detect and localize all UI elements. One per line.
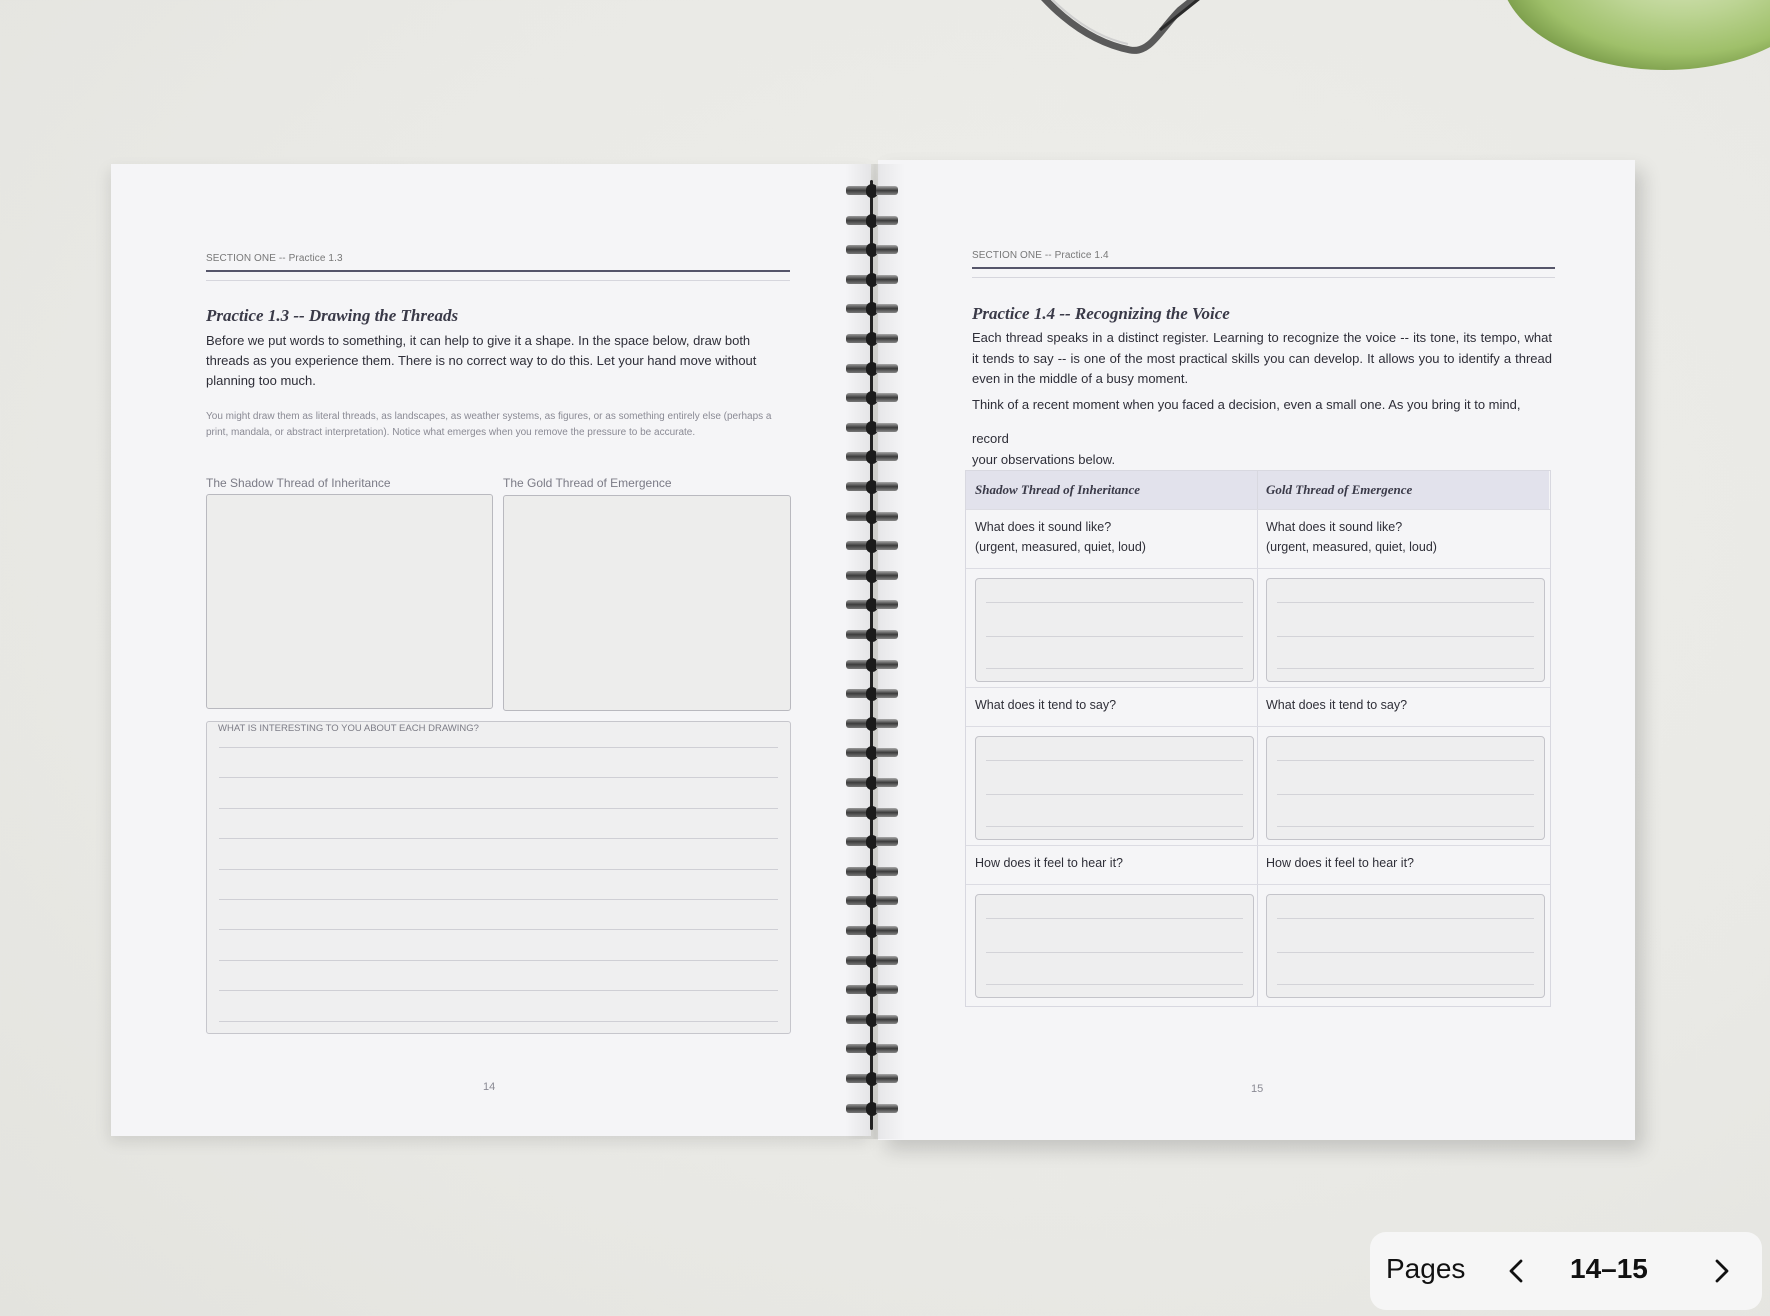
spiral-ring	[846, 894, 902, 909]
ruled-line	[219, 959, 778, 961]
question-sound-gold: What does it sound like? (urgent, measur…	[1266, 520, 1437, 554]
practice-intro: Before we put words to something, it can…	[206, 333, 757, 388]
spiral-ring	[846, 864, 902, 879]
question-sound-shadow: What does it sound like? (urgent, measur…	[975, 520, 1146, 554]
spiral-ring	[846, 776, 902, 790]
glasses-image	[1041, 0, 1200, 54]
spiral-ring	[846, 450, 902, 465]
table-divider	[1257, 471, 1258, 1006]
current-pages: 14–15	[1570, 1253, 1648, 1284]
question-feel-gold: How does it feel to hear it?	[1266, 856, 1414, 870]
pages-label: Pages	[1386, 1253, 1466, 1284]
header-subrule	[972, 277, 1555, 278]
spiral-ring	[846, 687, 902, 702]
prev-page-button[interactable]	[1494, 1246, 1540, 1296]
page-number-left: 14	[483, 1081, 496, 1093]
header-subrule	[206, 280, 790, 281]
spiral-ring	[846, 716, 902, 731]
ruled-line	[219, 990, 778, 992]
spiral-ring	[846, 953, 902, 968]
section-label: SECTION ONE -- Practice 1.3	[206, 253, 343, 264]
section-label: SECTION ONE -- Practice 1.4	[972, 250, 1109, 261]
table-rule	[966, 845, 1550, 846]
header-rule	[972, 267, 1555, 269]
ruled-line	[219, 838, 778, 840]
practice-title: Practice 1.4 -- Recognizing the Voice	[972, 304, 1230, 323]
spiral-ring	[846, 509, 902, 524]
spiral-binding	[846, 184, 902, 1124]
table-rule	[966, 568, 1550, 569]
page-navigation: Pages 14–15	[1370, 1232, 1762, 1310]
table-rule	[966, 687, 1550, 688]
spiral-ring	[846, 657, 902, 672]
drawing-label-gold: The Gold Thread of Emergence	[503, 476, 672, 490]
spiral-ring	[846, 272, 902, 287]
spiral-ring	[846, 184, 902, 198]
table-rule	[966, 884, 1550, 885]
spiral-ring	[846, 805, 902, 820]
spiral-ring	[846, 835, 902, 850]
spiral-ring	[846, 568, 902, 583]
chevron-left-icon	[1509, 1259, 1523, 1283]
cup-image	[1500, 0, 1770, 70]
ruled-line	[219, 868, 778, 870]
ruled-line	[219, 777, 778, 779]
page-number-right: 15	[1251, 1083, 1264, 1095]
answer-feel-shadow[interactable]	[975, 894, 1254, 998]
practice-intro: Each thread speaks in a distinct registe…	[972, 330, 1552, 386]
question-say-shadow: What does it tend to say?	[975, 698, 1117, 712]
ruled-line	[219, 899, 778, 900]
answer-sound-gold[interactable]	[1266, 578, 1545, 682]
spiral-ring	[846, 302, 902, 317]
question-say-gold: What does it tend to say?	[1266, 698, 1408, 712]
answer-say-shadow[interactable]	[975, 736, 1254, 840]
spiral-ring	[846, 746, 902, 761]
ruled-line	[219, 1020, 778, 1022]
spiral-ring	[846, 539, 902, 554]
spiral-ring	[846, 391, 902, 406]
spiral-ring	[846, 1042, 902, 1057]
spiral-ring	[846, 213, 902, 228]
spiral-ring	[846, 924, 902, 938]
answer-say-gold[interactable]	[1266, 736, 1545, 840]
practice-prompt-below: your observations below.	[972, 452, 1116, 467]
reflection-lines-area[interactable]: WHAT IS INTERESTING TO YOU ABOUT EACH DR…	[206, 721, 791, 1034]
spiral-ring	[846, 1101, 902, 1116]
spiral-ring	[846, 480, 902, 494]
question-feel-shadow: How does it feel to hear it?	[975, 856, 1123, 870]
ruled-line	[219, 807, 778, 809]
spiral-ring	[846, 1072, 902, 1086]
ruled-line	[219, 747, 778, 748]
answer-sound-shadow[interactable]	[975, 578, 1254, 682]
spiral-ring	[846, 1012, 902, 1027]
next-page-button[interactable]	[1698, 1246, 1744, 1296]
practice-prompt-record: record	[972, 431, 1009, 446]
spiral-ring	[846, 361, 902, 376]
table-header-shadow: Shadow Thread of Inheritance	[966, 471, 1257, 509]
practice-prompt: Think of a recent moment when you faced …	[972, 397, 1521, 412]
drawing-area-shadow[interactable]	[206, 494, 493, 709]
reflection-caption: WHAT IS INTERESTING TO YOU ABOUT EACH DR…	[218, 723, 479, 734]
drawing-area-gold[interactable]	[503, 495, 791, 711]
spiral-ring	[846, 243, 902, 258]
table-rule	[966, 726, 1550, 727]
ruled-line	[219, 929, 778, 931]
spiral-ring	[846, 983, 902, 998]
spiral-ring	[846, 420, 902, 435]
voice-table: Shadow Thread of Inheritance Gold Thread…	[965, 470, 1551, 1007]
practice-note: You might draw them as literal threads, …	[206, 411, 772, 438]
spiral-ring	[846, 332, 902, 346]
drawing-label-shadow: The Shadow Thread of Inheritance	[206, 476, 391, 490]
chevron-right-icon	[1715, 1259, 1729, 1283]
table-header-gold: Gold Thread of Emergence	[1257, 471, 1549, 509]
table-rule	[966, 509, 1550, 510]
spiral-ring	[846, 628, 902, 642]
spiral-ring	[846, 598, 902, 613]
practice-title: Practice 1.3 -- Drawing the Threads	[206, 306, 459, 325]
header-rule	[206, 270, 790, 272]
answer-feel-gold[interactable]	[1266, 894, 1545, 998]
